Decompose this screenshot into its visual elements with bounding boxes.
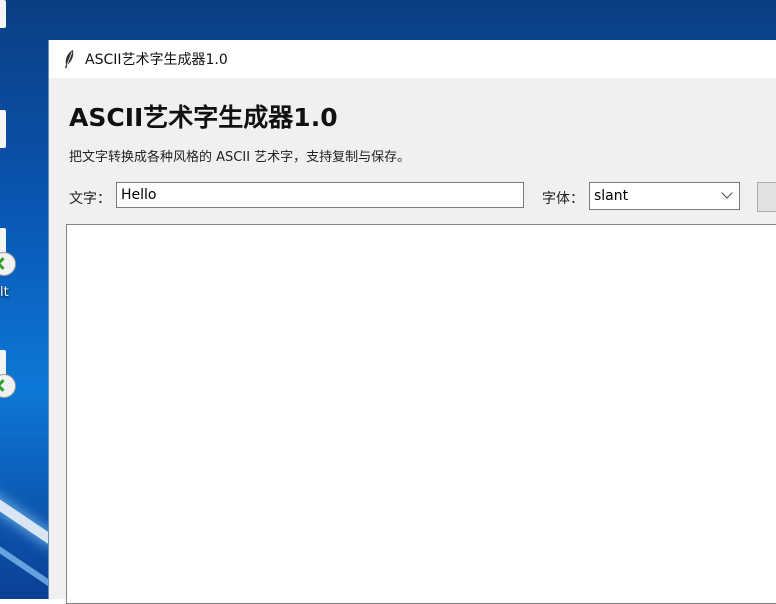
font-select[interactable]: slant <box>589 182 740 210</box>
desktop-icon-second[interactable] <box>0 110 24 150</box>
desktop-icon-label: lt <box>0 285 9 300</box>
feather-icon <box>65 50 74 68</box>
title-bar[interactable]: ASCII艺术字生成器1.0 <box>49 40 776 78</box>
text-input[interactable]: Hello <box>116 182 524 208</box>
app-window: ASCII艺术字生成器1.0 ASCII艺术字生成器1.0 把文字转换成各种风格… <box>49 40 776 604</box>
desktop-shortcut-icon-2[interactable] <box>0 350 24 410</box>
page-title: ASCII艺术字生成器1.0 <box>69 103 338 132</box>
font-select-value: slant <box>594 188 629 204</box>
shortcut-arrow-icon <box>0 374 16 398</box>
desktop-icon-top[interactable] <box>0 0 24 30</box>
input-row: 文字： Hello 字体： slant <box>49 182 776 212</box>
page-subtitle: 把文字转换成各种风格的 ASCII 艺术字，支持复制与保存。 <box>69 150 411 165</box>
generate-button[interactable] <box>757 182 776 212</box>
text-label: 文字： <box>69 191 111 207</box>
font-label: 字体： <box>542 191 584 207</box>
ascii-output-textarea[interactable] <box>66 224 776 604</box>
desktop-shortcut-icon[interactable] <box>0 228 24 288</box>
window-title: ASCII艺术字生成器1.0 <box>85 52 228 68</box>
chevron-down-icon <box>721 187 733 199</box>
shortcut-arrow-icon <box>0 252 16 276</box>
